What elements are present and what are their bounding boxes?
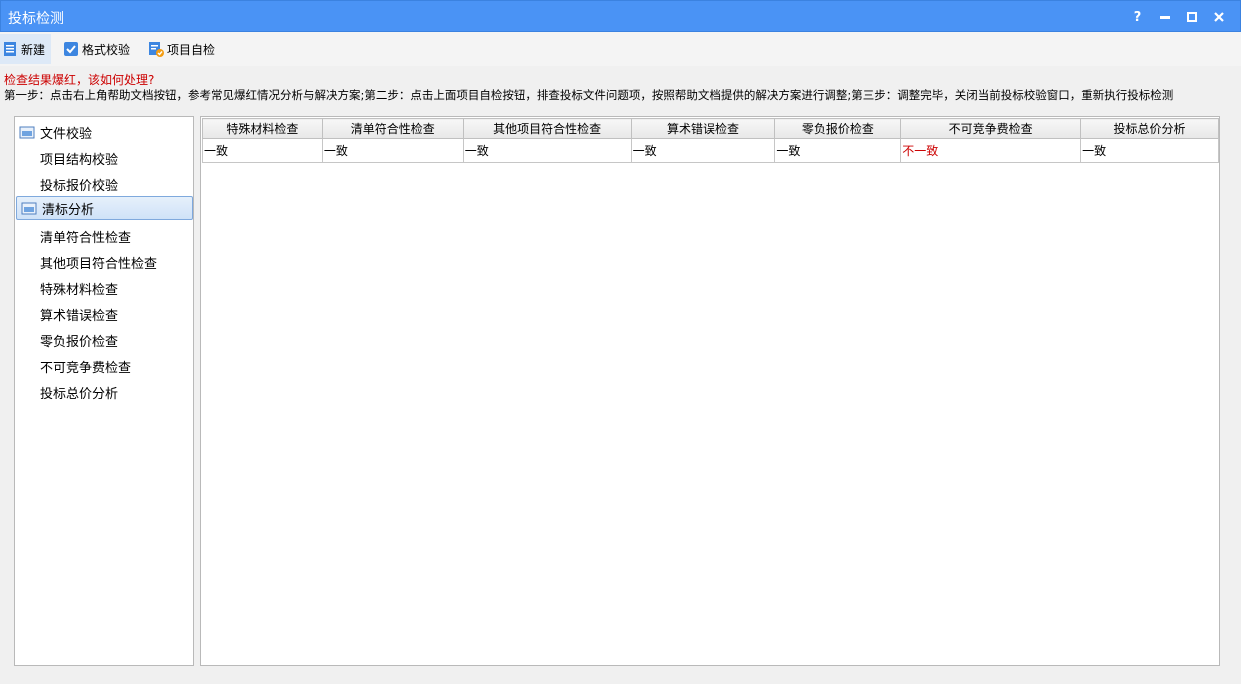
grid-cell[interactable]: 一致	[1080, 138, 1219, 163]
tree-item-label: 零负报价检查	[40, 334, 119, 350]
help-icon: ?	[1133, 9, 1142, 25]
tree-item-label: 清单符合性检查	[40, 230, 132, 246]
tree-item-label: 不可竞争费检查	[40, 360, 132, 376]
help-title: 检查结果爆红，该如何处理?	[4, 73, 155, 87]
maximize-icon	[1186, 12, 1197, 22]
tree-group-label: 文件校验	[40, 126, 93, 142]
check-tree: 文件校验 项目结构校验 投标报价校验 清标分析 清单符合性检查 其他项目符合性检…	[14, 116, 194, 666]
tree-item-list-compliance[interactable]: 清单符合性检查	[15, 224, 191, 248]
tree-item-label: 投标总价分析	[40, 386, 119, 402]
grid-cell[interactable]: 一致	[321, 138, 464, 163]
self-check-button[interactable]: 项目自检	[146, 34, 221, 64]
maximize-button[interactable]	[1178, 7, 1205, 27]
result-grid-panel: 特殊材料检查 清单符合性检查 其他项目符合性检查 算术错误检查 零负报价检查 不…	[200, 116, 1220, 666]
grid-cell[interactable]: 一致	[462, 138, 632, 163]
result-grid: 特殊材料检查 清单符合性检查 其他项目符合性检查 算术错误检查 零负报价检查 不…	[202, 118, 1219, 163]
tree-item-label: 其他项目符合性检查	[40, 256, 158, 272]
checkbox-icon	[64, 42, 79, 56]
column-header[interactable]: 不可竞争费检查	[900, 118, 1082, 139]
window-title: 投标检测	[8, 11, 64, 27]
help-steps: 第一步：点击右上角帮助文档按钮，参考常见爆红情况分析与解决方案;第二步：点击上面…	[4, 88, 1174, 102]
new-button[interactable]: 新建	[0, 34, 52, 64]
close-button[interactable]	[1205, 7, 1232, 27]
toolbar: 新建 格式校验 项目自检	[0, 32, 1241, 66]
self-check-label: 项目自检	[167, 42, 216, 57]
grid-cell[interactable]: 一致	[202, 138, 323, 163]
help-button[interactable]: ?	[1124, 7, 1151, 27]
tree-item-price[interactable]: 投标报价校验	[15, 172, 191, 196]
tree-item-arithmetic[interactable]: 算术错误检查	[15, 302, 191, 326]
tree-group-bid-analysis[interactable]: 清标分析	[16, 196, 193, 220]
tree-item-label: 算术错误检查	[40, 308, 119, 324]
tree-item-structure[interactable]: 项目结构校验	[15, 146, 191, 170]
close-icon	[1213, 12, 1224, 22]
grid-cell[interactable]: 一致	[630, 138, 776, 163]
column-header[interactable]: 零负报价检查	[774, 118, 902, 139]
grid-cell-mismatch[interactable]: 不一致	[900, 138, 1082, 163]
tree-group-label: 清标分析	[42, 202, 95, 218]
document-icon	[4, 42, 16, 56]
tree-item-special-material[interactable]: 特殊材料检查	[15, 276, 191, 300]
tree-item-label: 特殊材料检查	[40, 282, 119, 298]
tree-item-noncompetitive-fee[interactable]: 不可竞争费检查	[15, 354, 191, 378]
title-bar: 投标检测 ?	[0, 0, 1241, 32]
folder-icon	[21, 202, 37, 215]
folder-icon	[19, 126, 35, 139]
format-check-button[interactable]: 格式校验	[61, 34, 136, 64]
format-check-label: 格式校验	[82, 42, 131, 57]
tree-item-total-price[interactable]: 投标总价分析	[15, 380, 191, 404]
grid-cell[interactable]: 一致	[774, 138, 902, 163]
minimize-button[interactable]	[1151, 7, 1178, 27]
checklist-icon	[149, 42, 165, 57]
column-header[interactable]: 投标总价分析	[1080, 118, 1219, 139]
tree-item-other-compliance[interactable]: 其他项目符合性检查	[15, 250, 191, 274]
tree-item-label: 项目结构校验	[40, 152, 119, 168]
window-controls: ?	[1124, 7, 1232, 27]
grid-header-row: 特殊材料检查 清单符合性检查 其他项目符合性检查 算术错误检查 零负报价检查 不…	[202, 118, 1219, 139]
tree-item-label: 投标报价校验	[40, 178, 119, 194]
new-button-label: 新建	[21, 42, 46, 57]
column-header[interactable]: 特殊材料检查	[202, 118, 323, 139]
column-header[interactable]: 其他项目符合性检查	[462, 118, 632, 139]
tree-group-file-check[interactable]: 文件校验	[15, 120, 191, 144]
column-header[interactable]: 算术错误检查	[630, 118, 776, 139]
column-header[interactable]: 清单符合性检查	[321, 118, 464, 139]
tree-item-zero-negative[interactable]: 零负报价检查	[15, 328, 191, 352]
table-row[interactable]: 一致 一致 一致 一致 一致 不一致 一致	[202, 138, 1219, 163]
minimize-icon	[1159, 16, 1170, 19]
